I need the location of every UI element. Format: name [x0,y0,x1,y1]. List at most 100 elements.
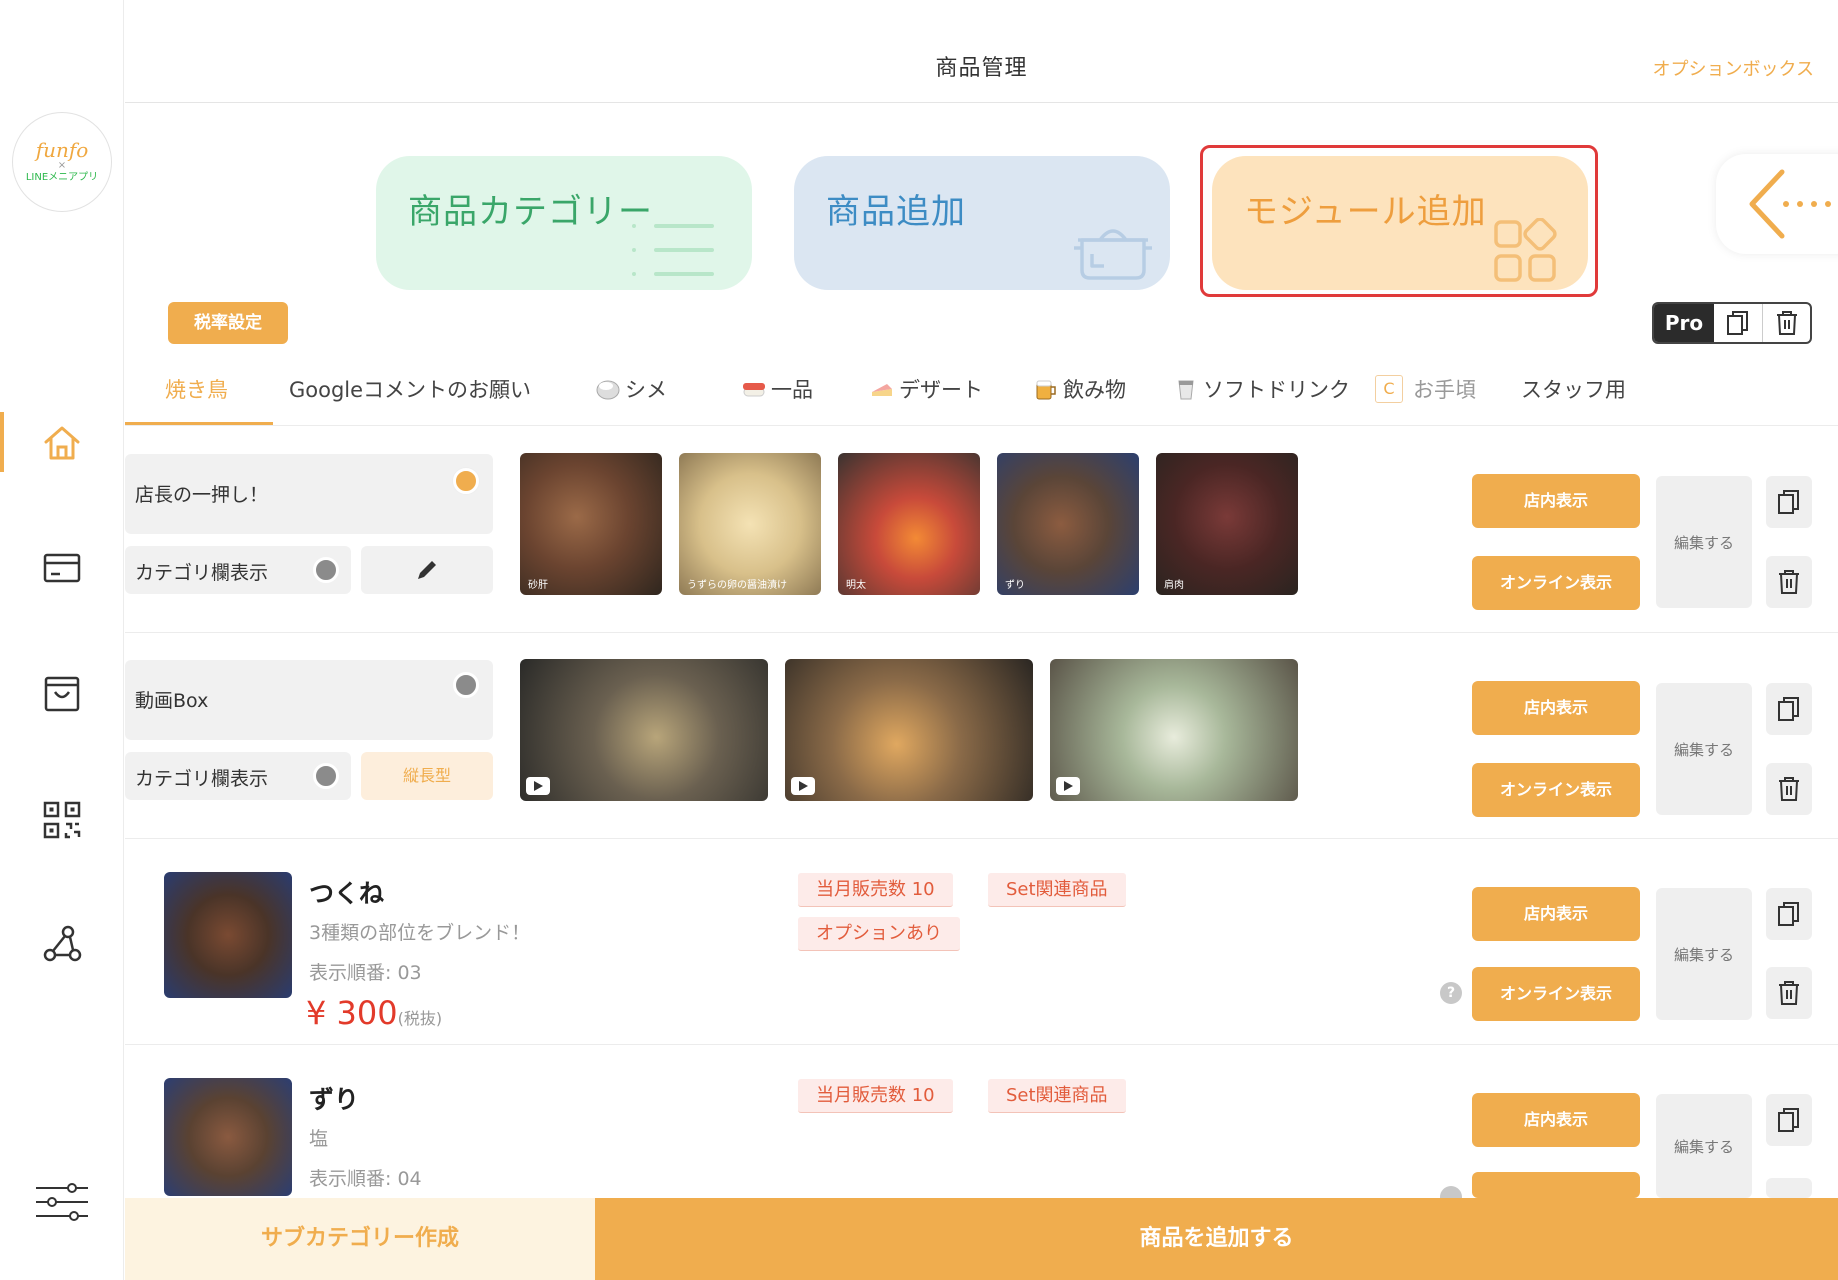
add-product-button[interactable]: 商品を追加する [595,1198,1838,1280]
online-display-button-partial[interactable] [1472,1172,1640,1198]
tab-ippin[interactable]: 一品 [741,374,813,404]
in-store-display-button[interactable]: 店内表示 [1472,681,1640,735]
online-display-button[interactable]: オンライン表示 [1472,967,1640,1021]
category-display-label: カテゴリ欄表示 [135,768,269,790]
delete-button-partial[interactable] [1766,1178,1812,1198]
trash-icon [1779,981,1799,1005]
thumb-caption: ずり [1005,580,1025,591]
tab-dessert[interactable]: デザート [869,374,983,404]
product-category-label: 商品カテゴリー [408,192,653,232]
online-display-button[interactable]: オンライン表示 [1472,556,1640,610]
sidebar-item-qr[interactable] [40,798,84,842]
video-thumbnail[interactable] [785,659,1033,801]
tab-staff[interactable]: スタッフ用 [1521,374,1626,404]
sushi-icon [743,383,765,397]
tab-label: シメ [625,378,667,402]
tab-label: 焼き鳥 [165,378,228,402]
duplicate-button[interactable] [1766,683,1812,735]
pot-icon [1074,229,1152,280]
add-product-label: 商品追加 [826,192,966,232]
logo-x: × [57,160,67,171]
sidebar-item-card[interactable] [40,546,84,590]
edit-button[interactable]: 編集する [1656,683,1752,815]
product-image[interactable] [164,872,292,998]
thumbnail-image[interactable]: 明太 [838,453,980,595]
layout-type-button[interactable]: 縦長型 [361,752,493,800]
product-description: 3種類の部位をブレンド！ [309,922,531,944]
pro-toolbar: Pro [1652,302,1812,344]
module-title-box: 店長の一押し！ [125,454,493,534]
back-nav-card[interactable] [1716,154,1838,254]
monthly-sales-tag: 当月販売数 10 [798,1079,953,1113]
duplicate-button[interactable] [1766,476,1812,528]
module-active-toggle[interactable] [453,468,479,494]
bag-icon [44,676,80,712]
sidebar: funfo × LINEメニアプリ [0,0,124,1280]
video-thumbnail[interactable] [1050,659,1298,801]
list-icon [632,224,714,276]
add-product-card[interactable]: 商品追加 [794,156,1170,290]
online-display-button[interactable]: オンライン表示 [1472,763,1640,817]
delete-button[interactable] [1766,967,1812,1019]
edit-module-button[interactable] [361,546,493,594]
tab-soft-drinks[interactable]: ソフトドリンク [1173,374,1350,404]
category-display-box: カテゴリ欄表示 [125,752,351,800]
product-category-card[interactable]: 商品カテゴリー [376,156,752,290]
duplicate-button[interactable] [1766,1094,1812,1146]
category-display-toggle[interactable] [313,763,339,789]
logo-sub-text: LINEメニアプリ [25,172,99,183]
tab-label: ソフトドリンク [1203,378,1350,402]
play-icon [526,777,550,795]
sidebar-item-network[interactable] [40,922,84,966]
pro-toggle[interactable]: Pro [1654,304,1714,342]
module-active-toggle[interactable] [453,672,479,698]
edit-button[interactable]: 編集する [1656,476,1752,608]
copy-mode-button[interactable] [1714,304,1762,342]
tab-otegoro[interactable]: C お手頃 [1375,374,1476,404]
delete-button[interactable] [1766,763,1812,815]
tab-yakitori[interactable]: 焼き鳥 [165,374,228,404]
page-header: 商品管理 オプションボックス [125,0,1838,103]
sidebar-item-bag[interactable] [40,672,84,716]
tab-shime[interactable]: シメ [595,374,667,404]
edit-button[interactable]: 編集する [1656,1094,1752,1198]
page-title: 商品管理 [935,56,1028,81]
category-display-toggle[interactable] [313,557,339,583]
in-store-display-button[interactable]: 店内表示 [1472,1093,1640,1147]
help-icon[interactable] [1440,1186,1462,1198]
thumbnail-image[interactable]: ずり [997,453,1139,595]
in-store-display-button[interactable]: 店内表示 [1472,887,1640,941]
delete-mode-button[interactable] [1762,304,1810,342]
sidebar-item-home[interactable] [40,420,84,464]
tax-settings-button[interactable]: 税率設定 [168,302,288,344]
create-subcategory-button[interactable]: サブカテゴリー作成 [125,1198,595,1280]
help-icon[interactable]: ? [1440,982,1462,1004]
sidebar-item-settings[interactable] [34,1180,90,1224]
tab-drinks[interactable]: 飲み物 [1033,374,1126,404]
trash-icon [1779,570,1799,594]
sliders-icon [36,1183,88,1221]
option-box-link[interactable]: オプションボックス [1653,55,1814,81]
duplicate-button[interactable] [1766,888,1812,940]
copy-icon [1727,311,1748,335]
product-display-order: 表示順番: 03 [309,962,422,984]
tab-label: デザート [899,378,983,402]
row-divider [125,632,1838,633]
edit-button[interactable]: 編集する [1656,888,1752,1020]
product-price-block: ¥ 300(税抜) [306,994,442,1032]
thumb-caption: 明太 [846,580,866,591]
in-store-display-button[interactable]: 店内表示 [1472,474,1640,528]
thumbnail-image[interactable]: 肩肉 [1156,453,1298,595]
product-image[interactable] [164,1078,292,1196]
play-icon [791,777,815,795]
thumbnail-image[interactable]: 砂肝 [520,453,662,595]
tab-google-comment[interactable]: Googleコメントのお願い [289,374,531,404]
video-thumbnail[interactable] [520,659,768,801]
delete-button[interactable] [1766,556,1812,608]
module-title: 店長の一押し！ [135,484,269,506]
set-related-tag: Set関連商品 [988,873,1126,907]
app-root: funfo × LINEメニアプリ 商品管理 オプションボックス 商品カテゴリー… [0,0,1838,1280]
copy-icon [1778,1108,1799,1132]
thumbnail-image[interactable]: うずらの卵の醤油漬け [679,453,821,595]
module-title: 動画Box [135,690,209,712]
